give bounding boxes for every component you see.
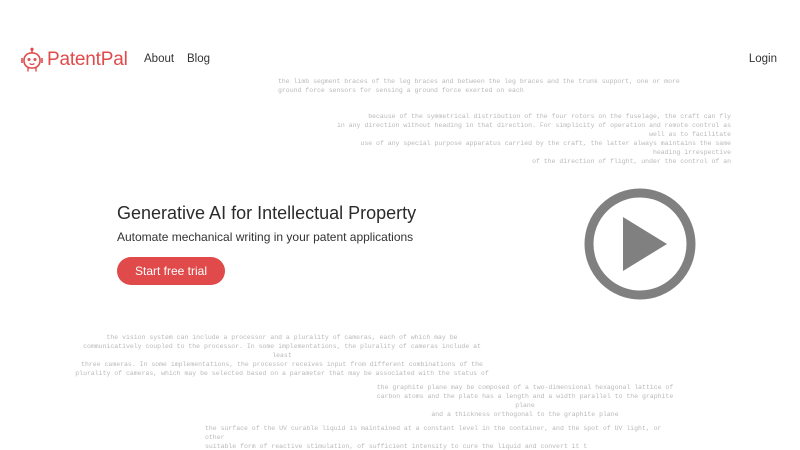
play-button-icon[interactable] [583, 187, 697, 301]
hero-title: Generative AI for Intellectual Property [117, 203, 416, 224]
patentpal-logo[interactable]: PatentPal [21, 47, 128, 73]
top-navigation: PatentPal About Blog Login [0, 0, 800, 120]
background-patent-text: the surface of the UV curable liquid is … [205, 424, 675, 450]
background-patent-text: the limb segment braces of the leg brace… [278, 77, 698, 95]
start-free-trial-button[interactable]: Start free trial [117, 257, 225, 285]
nav-link-about[interactable]: About [144, 53, 174, 65]
nav-link-blog[interactable]: Blog [187, 53, 210, 65]
hero-subtitle: Automate mechanical writing in your pate… [117, 230, 413, 244]
login-link[interactable]: Login [749, 53, 777, 65]
robot-head-icon [21, 47, 43, 73]
background-patent-text: because of the symmetrical distribution … [336, 112, 731, 166]
logo-text: PatentPal [47, 49, 128, 71]
background-patent-text: the graphite plane may be composed of a … [375, 383, 675, 419]
background-patent-text: the vision system can include a processo… [72, 333, 492, 378]
